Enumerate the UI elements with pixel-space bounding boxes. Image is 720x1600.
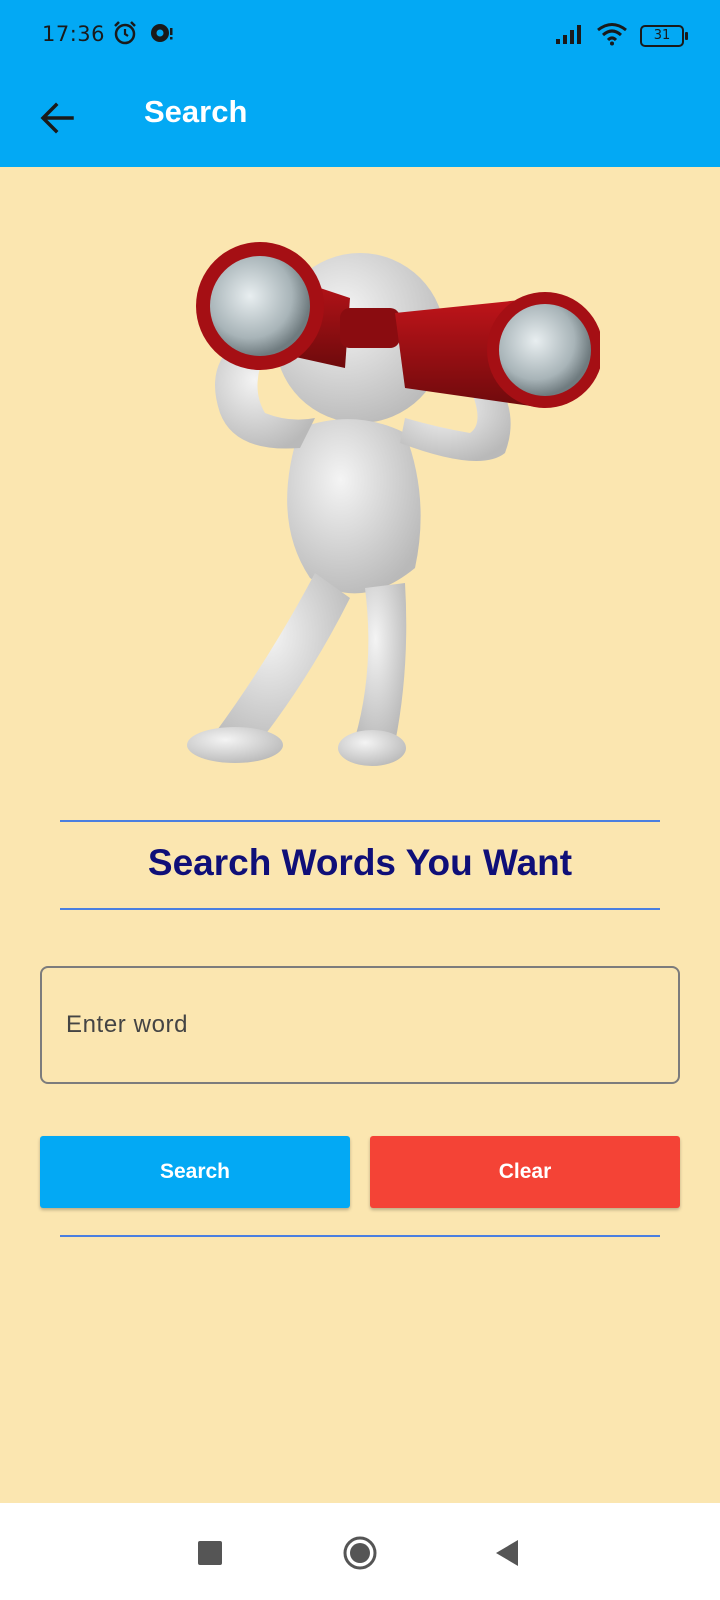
alarm-icon: [112, 20, 138, 50]
recent-apps-button[interactable]: [190, 1533, 230, 1573]
page-title: Search: [144, 94, 248, 129]
status-time: 17:36: [42, 22, 106, 46]
search-button[interactable]: Search: [40, 1136, 350, 1208]
signal-icon: [554, 23, 584, 49]
app-bar: Search: [0, 70, 720, 167]
status-bar: 17:36 31: [0, 0, 720, 70]
recent-apps-icon: [198, 1541, 222, 1565]
battery-icon: 31: [640, 25, 688, 47]
home-button[interactable]: [340, 1533, 380, 1573]
home-icon: [343, 1536, 377, 1570]
word-input[interactable]: [40, 966, 680, 1084]
system-nav-bar: [0, 1503, 720, 1600]
divider-middle: [60, 908, 660, 910]
nav-back-button[interactable]: [488, 1533, 528, 1573]
back-button[interactable]: [34, 94, 82, 142]
status-icons-left: [112, 20, 176, 50]
divider-bottom: [60, 1235, 660, 1237]
divider-top: [60, 820, 660, 822]
section-heading: Search Words You Want: [147, 842, 573, 883]
wifi-icon: [596, 22, 628, 50]
back-icon: [496, 1540, 518, 1566]
arrow-left-icon: [40, 102, 74, 134]
clear-button[interactable]: Clear: [370, 1136, 680, 1208]
notification-icon: [148, 20, 176, 50]
hero-illustration: [150, 238, 603, 793]
status-icons-right: 31: [554, 22, 688, 50]
